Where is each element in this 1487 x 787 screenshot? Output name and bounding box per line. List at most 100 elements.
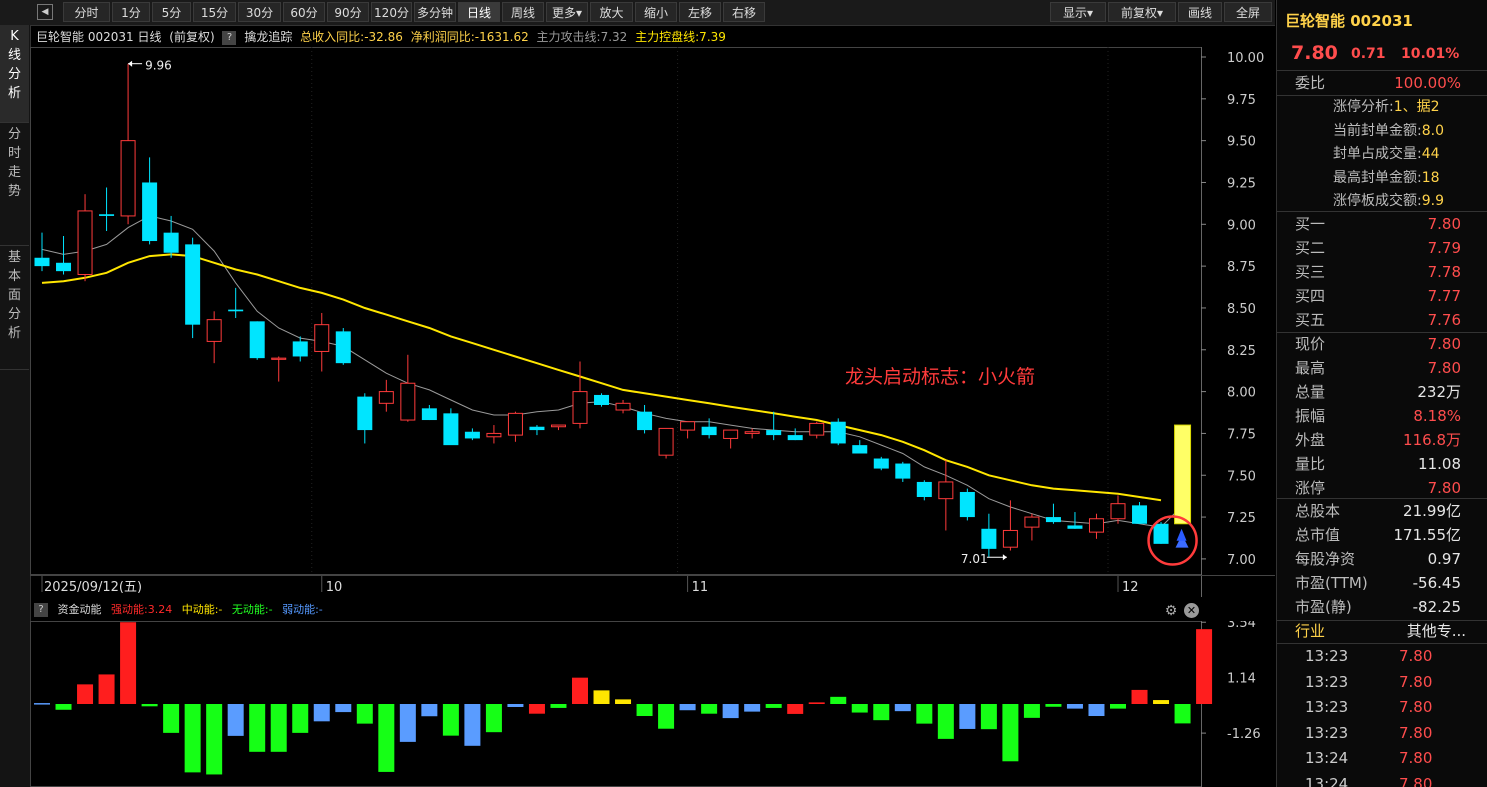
candle [163, 215, 179, 258]
candle-body-up [486, 432, 502, 438]
limit-analysis-row: 涨停板成交额:9.9 [1333, 190, 1444, 213]
candles [34, 63, 1169, 558]
period-button-3[interactable]: 15分 [193, 2, 236, 22]
candle [99, 187, 115, 231]
period-button-8[interactable]: 多分钟 [414, 2, 456, 22]
close-icon[interactable]: ✕ [1184, 603, 1199, 618]
quote-4-label: 外盘 [1295, 431, 1326, 449]
candle-body-up [615, 402, 631, 411]
bid-1-label: 买一 [1295, 215, 1326, 233]
candle-body-down [56, 262, 72, 272]
candle-body-down [830, 421, 846, 444]
candle [292, 336, 308, 362]
adjust-mode: (前复权) [169, 30, 215, 44]
left-tab-char: 本 [7, 269, 21, 284]
chart-toolbar: ◀ 分时 1分 5分 15分 30分 60分 90分 120分 多分钟 日线 周线 更多▾ 放大 缩小 左移… [0, 0, 1275, 26]
period-button-11[interactable]: 更多▾ [546, 2, 588, 22]
candle [185, 237, 201, 339]
quote-1-value: 7.80 [1427, 359, 1461, 377]
period-button-15[interactable]: 右移 [723, 2, 765, 22]
indicator-name[interactable]: 擒龙追踪 [244, 30, 292, 44]
candle [314, 312, 330, 372]
bid-3-value: 7.78 [1427, 263, 1461, 281]
low-price-label: 7.01 [961, 552, 988, 566]
momentum-bar [572, 677, 588, 704]
period-button-9[interactable]: 日线 [458, 2, 500, 22]
candle-body-up [378, 391, 394, 404]
help-icon[interactable]: ? [222, 30, 237, 45]
period-button-13[interactable]: 缩小 [635, 2, 677, 22]
quote-0-row: 现价7.80今 [1295, 332, 1487, 356]
period-button-5[interactable]: 60分 [283, 2, 325, 22]
momentum-bar [378, 704, 395, 772]
period-button-14[interactable]: 左移 [679, 2, 721, 22]
candle-body-down [787, 435, 803, 441]
bid-1-value: 7.80 [1427, 215, 1461, 233]
candle-body-down [1132, 505, 1148, 524]
legend-weak: 弱动能:- [282, 603, 323, 616]
fundamental-1-value: 171.55亿 [1393, 526, 1462, 544]
candle [335, 328, 351, 365]
candle [572, 361, 588, 429]
candle-body-up [1002, 529, 1018, 548]
left-tab-1[interactable]: 分时走势 [0, 123, 29, 246]
limit-analysis-label: 当前封单金额: [1333, 122, 1422, 139]
momentum-bar [615, 699, 632, 704]
bid-1-row: 买一 7.80 [1295, 212, 1487, 236]
left-tab-0[interactable]: K线分析 [0, 25, 29, 123]
left-tab-char: K [10, 29, 19, 44]
kline-chart[interactable]: 10.00 9.75 9.50 9.25 9.00 8.75 8.50 8.25 8.00 7.7… [30, 47, 1275, 597]
candle [120, 63, 136, 225]
quote-1-row: 最高7.80最 [1295, 356, 1487, 380]
collapse-left-icon[interactable]: ◀ [37, 4, 53, 20]
stock-title[interactable]: 巨轮智能 002031 日线 [36, 30, 161, 44]
period-button-12[interactable]: 放大 [590, 2, 633, 22]
price-label: 7.25 [1227, 511, 1256, 526]
momentum-bar [916, 704, 933, 724]
weibi-value: 100.00% [1394, 74, 1461, 92]
period-button-7[interactable]: 120分 [371, 2, 412, 22]
candle [830, 418, 846, 446]
left-tab-char: 基 [7, 250, 21, 265]
candle [1024, 513, 1040, 541]
limit-analysis-row: 当前封单金额:8.0 [1333, 120, 1444, 143]
candle [77, 194, 93, 282]
indicator-help-icon[interactable]: ? [34, 603, 48, 617]
price-label: 8.25 [1227, 344, 1256, 359]
limit-analysis-row: 涨停分析:1、据2 [1333, 96, 1440, 119]
candle [464, 428, 480, 441]
toolbar-right-button-3[interactable]: 全屏 [1224, 2, 1272, 22]
left-tab-2[interactable]: 基本面分析 [0, 246, 29, 370]
gear-icon[interactable]: ⚙ [1163, 603, 1179, 619]
indicator-title[interactable]: 资金动能 [58, 603, 102, 616]
rocket-signal-bar [1174, 424, 1192, 525]
period-button-2[interactable]: 5分 [152, 2, 191, 22]
period-button-4[interactable]: 30分 [238, 2, 281, 22]
quote-1-label: 最高 [1295, 359, 1326, 377]
candle-body-up [550, 424, 566, 428]
left-tab-char: 析 [7, 86, 21, 101]
left-tab-char: 分 [7, 127, 21, 142]
candle [895, 461, 911, 482]
period-button-6[interactable]: 90分 [327, 2, 369, 22]
toolbar-right-button-2[interactable]: 画线 [1178, 2, 1222, 22]
candle-body-down [1045, 517, 1061, 523]
limit-analysis-value: 1、据2 [1393, 99, 1440, 115]
fundamental-0-value: 21.99亿 [1403, 502, 1461, 520]
toolbar-right-button-0[interactable]: 显示▾ [1050, 2, 1106, 22]
period-button-1[interactable]: 1分 [112, 2, 150, 22]
toolbar-right-button-1[interactable]: 前复权▾ [1108, 2, 1176, 22]
candle-body-down [421, 408, 437, 421]
period-button-0[interactable]: 分时 [63, 2, 110, 22]
candle [959, 488, 975, 521]
candle [680, 421, 696, 439]
candle [852, 440, 868, 454]
fund-momentum-chart[interactable]: 3.54 1.14 -1.26 [30, 621, 1275, 787]
tick-price: 7.80 [1399, 647, 1433, 665]
candle [787, 428, 803, 441]
candle-body-up [572, 391, 588, 424]
limit-analysis-row: 封单占成交量:44 [1333, 143, 1440, 166]
period-button-10[interactable]: 周线 [502, 2, 544, 22]
indicator-legend: ? 资金动能 强动能:3.24 中动能:- 无动能:- 弱动能:- [30, 600, 323, 620]
industry-row[interactable]: 行业其他专...板 [1295, 619, 1487, 643]
